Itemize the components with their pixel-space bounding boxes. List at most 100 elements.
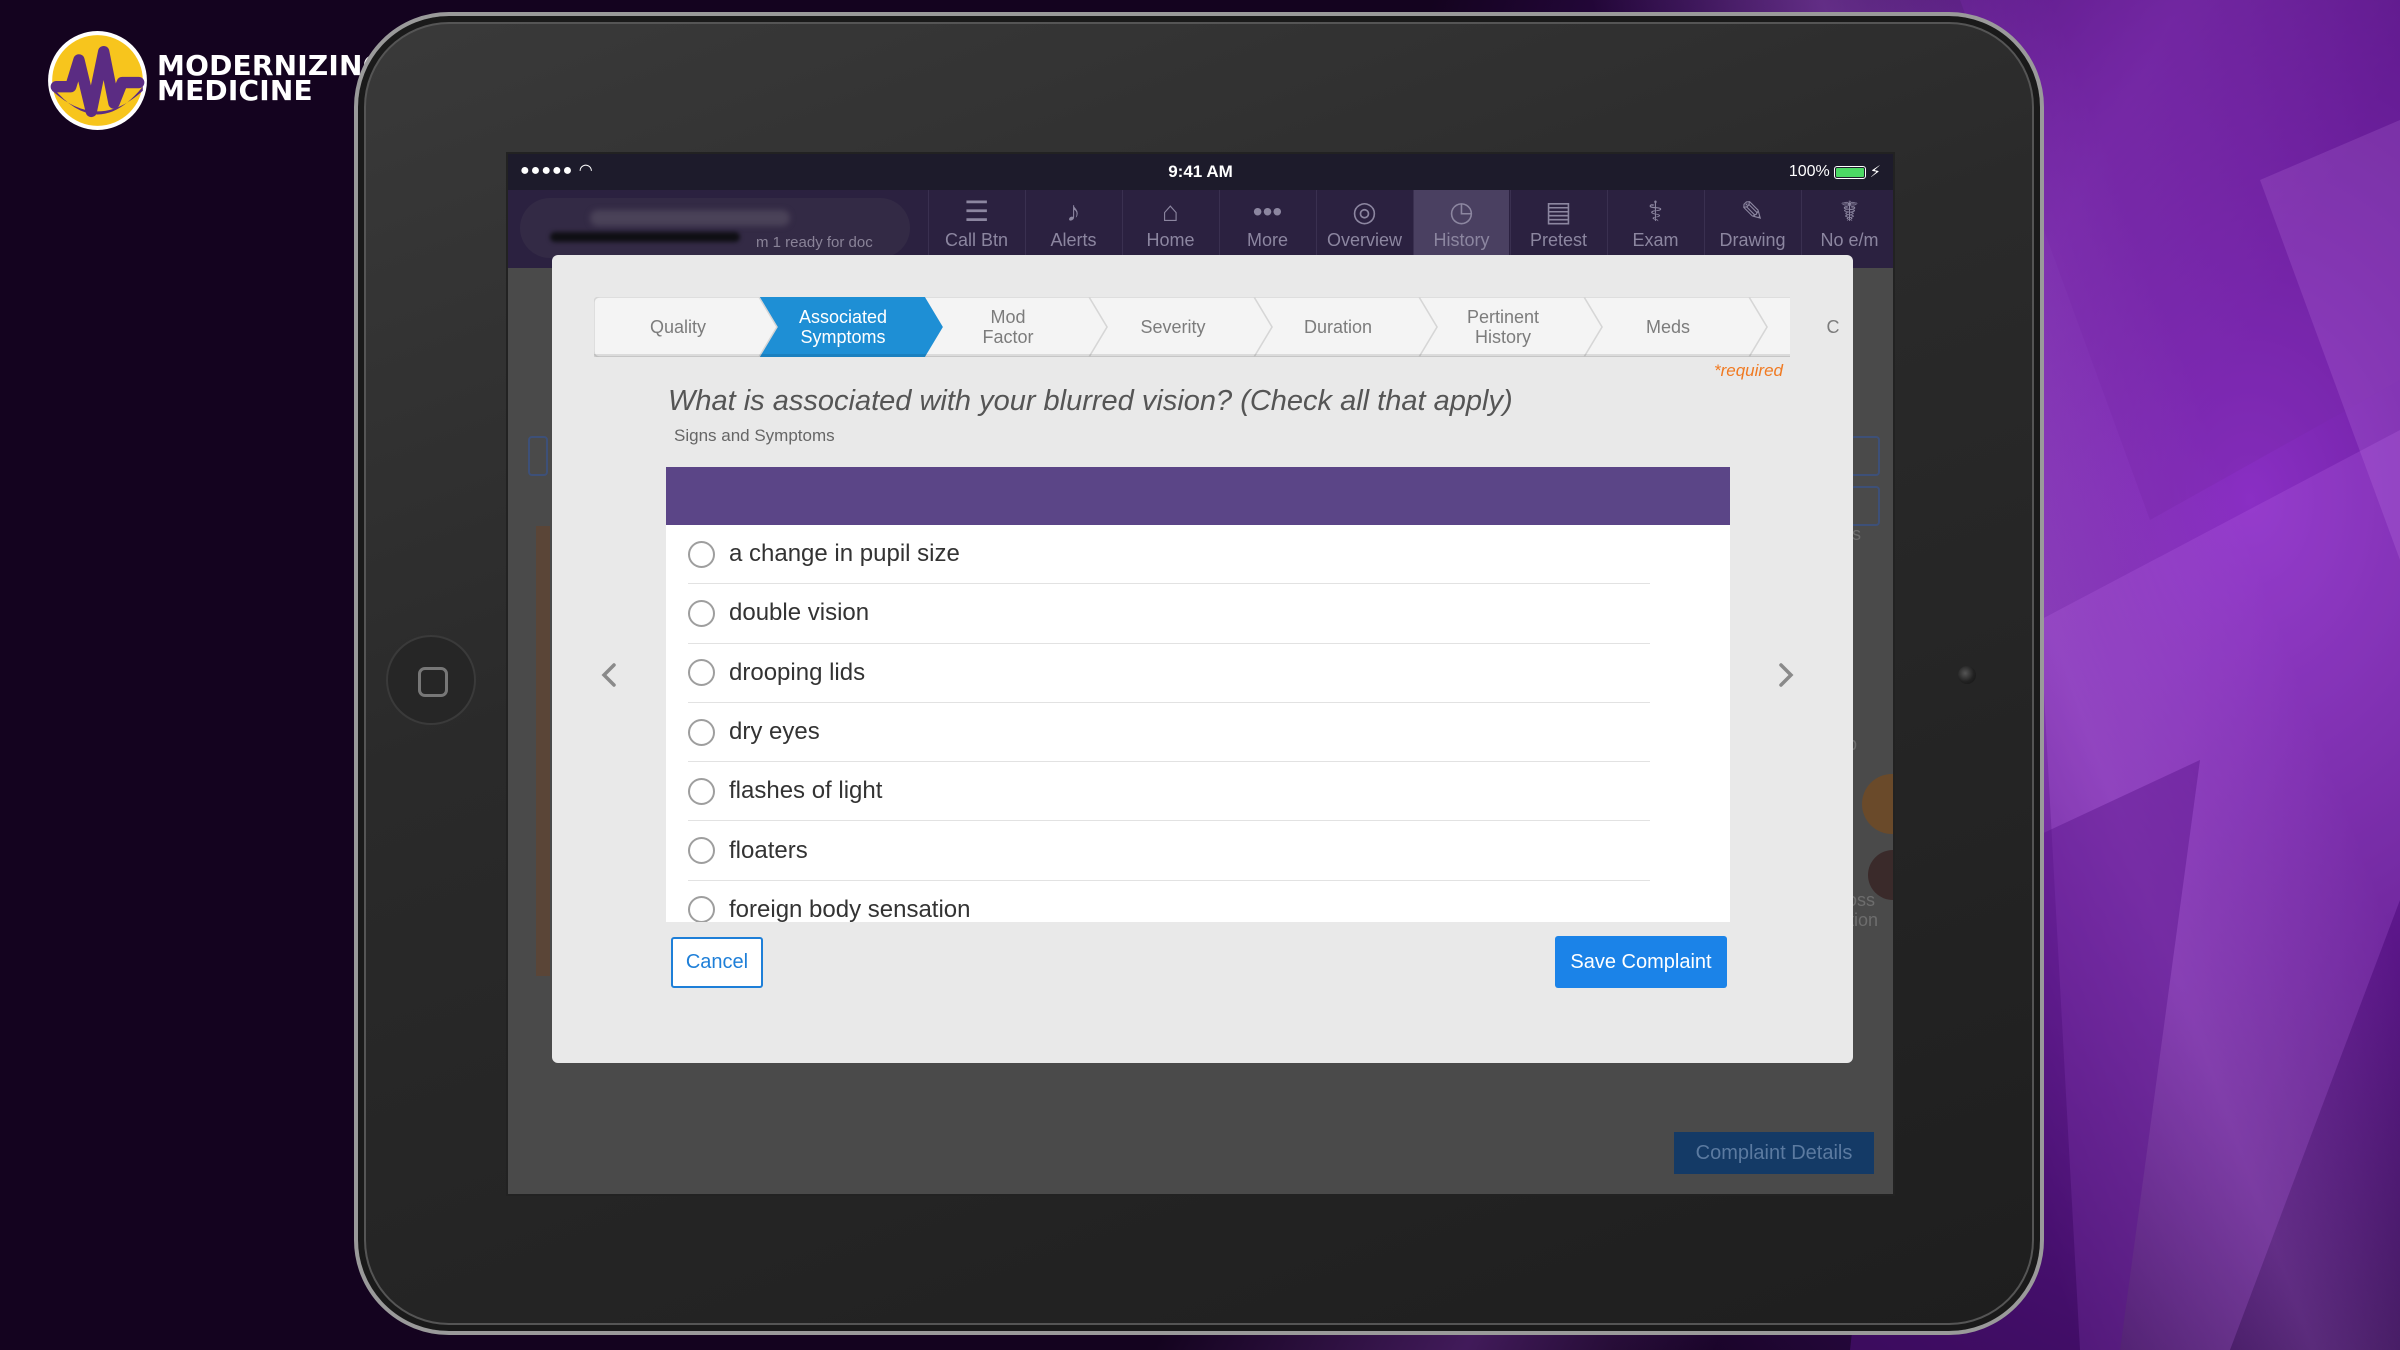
chevron-left-icon bbox=[601, 663, 616, 687]
step-tab-text: Severity bbox=[1140, 317, 1205, 337]
question-category: Signs and Symptoms bbox=[674, 426, 835, 445]
home-button[interactable] bbox=[386, 635, 476, 725]
list-icon: ☰ bbox=[963, 196, 990, 227]
battery-icon bbox=[1833, 165, 1866, 179]
bell-icon: ♪ bbox=[1066, 196, 1081, 227]
more-icon: ••• bbox=[1252, 196, 1283, 227]
nav-item-label: Call Btn bbox=[944, 230, 1009, 250]
brand-logo: MODERNIZING MEDICINE bbox=[46, 29, 386, 139]
patient-id-redacted bbox=[550, 232, 740, 242]
patient-status: m 1 ready for doc bbox=[756, 234, 873, 251]
background-field bbox=[528, 436, 548, 476]
step-tab-duration[interactable]: Duration bbox=[1263, 297, 1413, 357]
save-complaint-button[interactable]: Save Complaint bbox=[1555, 936, 1727, 988]
checkbox-radio[interactable] bbox=[688, 540, 715, 568]
nav-item-label: Exam bbox=[1632, 230, 1679, 250]
next-step-arrow[interactable] bbox=[1765, 655, 1805, 695]
nav-item-label: Pretest bbox=[1529, 230, 1588, 250]
checkbox-radio[interactable] bbox=[688, 896, 715, 922]
checkbox-radio[interactable] bbox=[688, 718, 715, 746]
status-time: 9:41 AM bbox=[1168, 162, 1233, 181]
camera-icon bbox=[1958, 666, 1976, 684]
clock-icon: ◷ bbox=[1449, 196, 1474, 227]
symptom-option-label: floaters bbox=[729, 836, 808, 864]
step-tab-meds[interactable]: Meds bbox=[1593, 297, 1743, 357]
symptom-option-label: double vision bbox=[729, 599, 870, 627]
previous-step-arrow[interactable] bbox=[590, 655, 630, 695]
background-field bbox=[1850, 436, 1880, 476]
nav-item-label: No e/m bbox=[1820, 230, 1879, 250]
nav-item-label: Home bbox=[1146, 230, 1195, 250]
question-text: What is associated with your blurred vis… bbox=[668, 385, 1513, 417]
complaint-modal: Quality Associated Symptoms Mod Factor Severi… bbox=[552, 255, 1853, 1063]
symptom-option[interactable]: flashes of light bbox=[688, 762, 1650, 822]
symptom-option-label: a change in pupil size bbox=[729, 540, 960, 568]
step-tab-label-line-1: Duration bbox=[1303, 317, 1373, 337]
charging-icon: ⚡ bbox=[1869, 164, 1881, 181]
home-icon: ⌂ bbox=[1162, 196, 1179, 227]
nav-item-label: More bbox=[1246, 230, 1288, 250]
step-tab-associated-symptoms[interactable]: Associated Symptoms bbox=[768, 297, 918, 357]
background-thumbnail bbox=[1862, 774, 1893, 834]
step-tab-mod-factor[interactable]: Mod Factor bbox=[933, 297, 1083, 357]
required-note: *required bbox=[1714, 361, 1783, 380]
step-tab-label-line-2: Symptoms bbox=[800, 327, 886, 347]
step-tab-label-line-1: Meds bbox=[1645, 317, 1690, 337]
step-tab-label-line-2: Factor bbox=[982, 327, 1034, 347]
step-tab-label-line-1: Severity bbox=[1140, 317, 1206, 337]
symptom-option-label: dry eyes bbox=[729, 718, 820, 746]
nav-item-label: Overview bbox=[1326, 230, 1402, 250]
brand-wordmark: MODERNIZING MEDICINE bbox=[157, 52, 386, 105]
step-tab-severity[interactable]: Severity bbox=[1098, 297, 1248, 357]
step-tab-c[interactable]: C bbox=[1758, 297, 1908, 357]
checklist-header bbox=[666, 467, 1730, 525]
nav-item-label: Alerts bbox=[1050, 230, 1097, 250]
person-icon: ◎ bbox=[1352, 196, 1377, 227]
status-bar: ●●●●● ◠ 9:41 AM 100% ⚡ bbox=[508, 154, 1893, 190]
patient-header[interactable]: m 1 ready for doc bbox=[520, 198, 910, 258]
background-image-strip bbox=[536, 526, 550, 976]
step-tab-label-line-1: C bbox=[1826, 317, 1840, 337]
stethoscope-icon: ⚕ bbox=[1647, 196, 1664, 227]
symptom-option[interactable]: double vision bbox=[688, 584, 1650, 644]
chevron-right-icon bbox=[1779, 663, 1794, 687]
symptom-option-label: drooping lids bbox=[729, 658, 866, 686]
background-field bbox=[1850, 486, 1880, 526]
checkbox-radio[interactable] bbox=[688, 659, 715, 687]
step-tab-label-line-1: Mod bbox=[990, 307, 1026, 327]
step-tab-pertinent-history[interactable]: Pertinent History bbox=[1428, 297, 1578, 357]
step-tab-text: Pertinent History bbox=[1467, 307, 1539, 347]
step-tab-label-line-1: Quality bbox=[649, 317, 707, 337]
symptom-option[interactable]: floaters bbox=[688, 821, 1650, 881]
logo-mark-icon bbox=[48, 31, 147, 130]
step-tab-quality[interactable]: Quality bbox=[603, 297, 753, 357]
checkbox-radio[interactable] bbox=[688, 599, 715, 627]
checkbox-radio[interactable] bbox=[688, 777, 715, 805]
checkbox-radio[interactable] bbox=[688, 837, 715, 865]
step-tab-text: C bbox=[1827, 317, 1840, 337]
step-tab-text: Associated Symptoms bbox=[799, 307, 887, 347]
symptom-option[interactable]: drooping lids bbox=[688, 644, 1650, 703]
cancel-button[interactable]: Cancel bbox=[671, 937, 763, 988]
step-tab-text: Mod Factor bbox=[982, 307, 1033, 347]
step-tab-label-line-1: Associated bbox=[798, 307, 888, 327]
pencil-icon: ✎ bbox=[1740, 196, 1765, 227]
step-progress-bar: Quality Associated Symptoms Mod Factor Severi… bbox=[594, 297, 1840, 357]
symptom-option-label: flashes of light bbox=[729, 777, 883, 805]
patient-name-redacted bbox=[590, 210, 790, 226]
home-square-icon bbox=[418, 667, 448, 697]
nav-item-label: History bbox=[1433, 230, 1490, 250]
battery-indicator: 100% ⚡ bbox=[1789, 162, 1881, 182]
symptom-checklist: a change in pupil size double vision droop… bbox=[666, 467, 1730, 922]
step-tab-text: Meds bbox=[1646, 317, 1690, 337]
battery-percent: 100% bbox=[1788, 163, 1830, 180]
caduceus-icon: ☤ bbox=[1840, 196, 1859, 227]
step-tab-text: Duration bbox=[1304, 317, 1372, 337]
step-tab-label-line-2: History bbox=[1474, 327, 1531, 347]
symptom-option[interactable]: foreign body sensation bbox=[688, 881, 1650, 922]
symptom-option[interactable]: dry eyes bbox=[688, 703, 1650, 763]
symptom-option[interactable]: a change in pupil size bbox=[688, 525, 1650, 585]
step-tab-text: Quality bbox=[650, 317, 706, 337]
complaint-details-button[interactable]: Complaint Details bbox=[1674, 1132, 1874, 1174]
monitor-icon: ▤ bbox=[1545, 196, 1572, 227]
